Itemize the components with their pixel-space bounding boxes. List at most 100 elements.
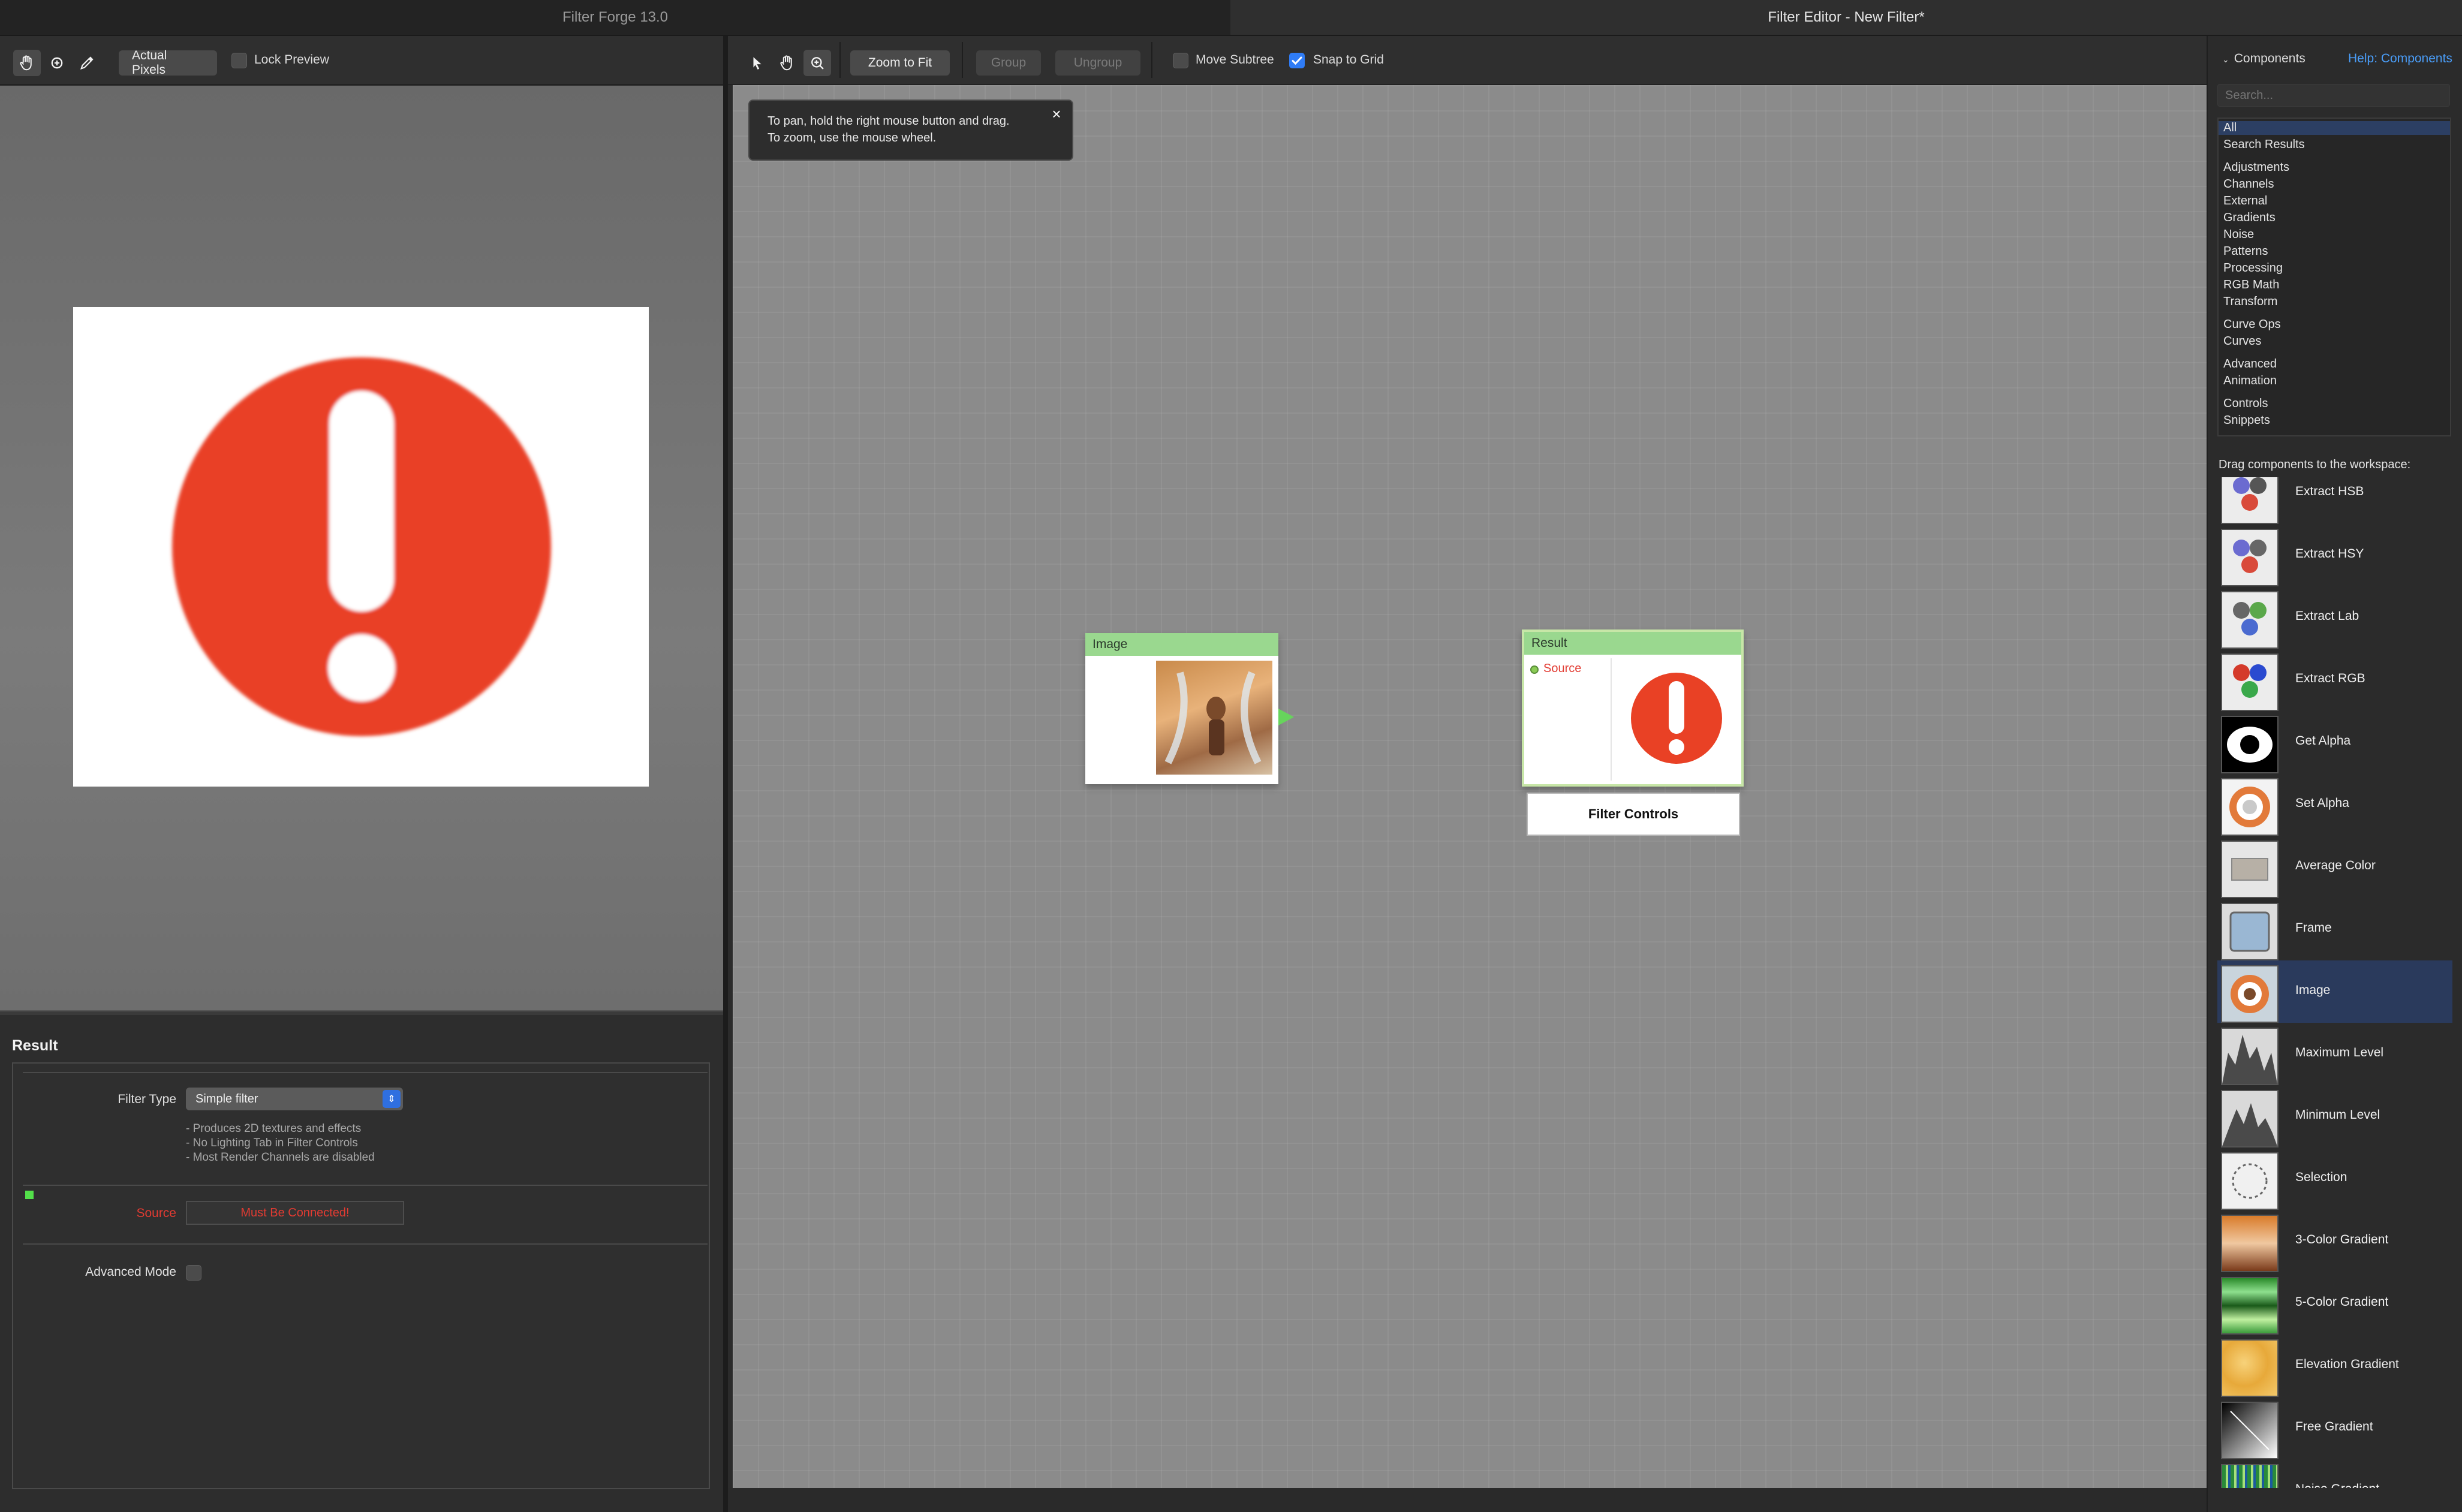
result-thumbnail (1614, 659, 1739, 777)
panel-splitter[interactable] (723, 36, 728, 1512)
component-item-noise-gradient[interactable]: Noise Gradient (2217, 1459, 2452, 1488)
editor-status-bar (728, 1488, 2207, 1512)
zoom-icon (811, 57, 824, 70)
category-item-curves[interactable]: Curves (2223, 335, 2261, 348)
group-button[interactable]: Group (976, 50, 1041, 76)
image-node[interactable]: Image (1085, 633, 1294, 784)
window-title-filter-editor: Filter Editor - New Filter* (1230, 0, 2462, 36)
eyedropper-tool-button[interactable] (73, 50, 101, 76)
component-item-frame[interactable]: Frame (2217, 898, 2452, 960)
image-node-thumbnail (1156, 661, 1272, 775)
component-item-free-gradient[interactable]: Free Gradient (2217, 1397, 2452, 1459)
filter-controls-node[interactable]: Filter Controls (1527, 793, 1740, 836)
component-item-extract-hsy[interactable]: Extract HSY (2217, 524, 2452, 586)
category-item-external[interactable]: External (2223, 194, 2267, 208)
category-item-rgb-math[interactable]: RGB Math (2223, 278, 2279, 292)
zoom-tool-button[interactable] (803, 50, 831, 76)
maximum-level-icon (2221, 1028, 2279, 1085)
divider (23, 1243, 708, 1245)
component-label: 3-Color Gradient (2295, 1233, 2389, 1246)
help-components-link[interactable]: Help: Components (2348, 52, 2452, 66)
properties-splitter[interactable] (0, 1010, 723, 1015)
filter-type-label: Filter Type (118, 1092, 176, 1106)
snap-to-grid-label: Snap to Grid (1313, 53, 1384, 67)
zoom-to-fit-button[interactable]: Zoom to Fit (850, 50, 950, 76)
lock-preview-checkbox[interactable] (231, 53, 247, 68)
category-item-noise[interactable]: Noise (2223, 228, 2254, 242)
component-item-extract-hsb[interactable]: Extract HSB (2217, 477, 2452, 524)
components-search-input[interactable] (2217, 84, 2450, 107)
advanced-mode-checkbox[interactable] (186, 1265, 201, 1281)
component-item-extract-rgb[interactable]: Extract RGB (2217, 649, 2452, 711)
component-label: Set Alpha (2295, 796, 2349, 810)
result-node[interactable]: Result Source (1522, 630, 1744, 787)
component-item-elevation-gradient[interactable]: Elevation Gradient (2217, 1335, 2452, 1397)
eyedropper-icon (80, 56, 94, 70)
component-item-set-alpha[interactable]: Set Alpha (2217, 773, 2452, 836)
category-item-adjustments[interactable]: Adjustments (2223, 161, 2289, 174)
node-workspace[interactable] (733, 85, 2208, 1488)
zoom-tool-button[interactable] (43, 50, 71, 76)
actual-pixels-button[interactable]: Actual Pixels (119, 49, 217, 77)
image-output-port[interactable] (1278, 709, 1294, 725)
component-label: Elevation Gradient (2295, 1357, 2399, 1371)
result-node-title: Result (1524, 632, 1741, 655)
alert-icon (1631, 673, 1722, 764)
close-icon[interactable]: × (1047, 104, 1066, 124)
category-item-transform[interactable]: Transform (2223, 295, 2277, 309)
drag-components-hint: Drag components to the workspace: (2219, 458, 2411, 471)
toolbar-separator (962, 42, 963, 78)
move-subtree-label: Move Subtree (1196, 53, 1274, 67)
source-status-field[interactable]: Must Be Connected! (186, 1201, 404, 1225)
source-input-port[interactable] (1530, 665, 1539, 674)
source-port-label: Source (1543, 662, 1582, 675)
category-item-channels[interactable]: Channels (2223, 177, 2274, 191)
component-label: Noise Gradient (2295, 1482, 2379, 1488)
category-item-processing[interactable]: Processing (2223, 261, 2283, 275)
category-item-all[interactable]: All (2219, 121, 2450, 135)
component-item-extract-lab[interactable]: Extract Lab (2217, 586, 2452, 649)
component-item-3-color-gradient[interactable]: 3-Color Gradient (2217, 1210, 2452, 1272)
ungroup-button[interactable]: Ungroup (1055, 50, 1140, 76)
tip-line-1: To pan, hold the right mouse button and … (768, 115, 1010, 128)
component-label: 5-Color Gradient (2295, 1295, 2389, 1309)
pan-tool-button[interactable] (773, 50, 801, 76)
component-item-selection[interactable]: Selection (2217, 1147, 2452, 1210)
filter-type-select[interactable]: Simple filter ⇕ (186, 1088, 403, 1110)
5-color-gradient-icon (2221, 1277, 2279, 1335)
category-item-patterns[interactable]: Patterns (2223, 245, 2268, 258)
component-item-5-color-gradient[interactable]: 5-Color Gradient (2217, 1272, 2452, 1335)
component-label: Get Alpha (2295, 734, 2351, 748)
component-label: Image (2295, 983, 2331, 997)
chevron-updown-icon: ⇕ (383, 1090, 401, 1108)
toolbar-separator (1151, 42, 1152, 78)
elevation-gradient-icon (2221, 1339, 2279, 1397)
set-alpha-icon (2221, 778, 2279, 836)
category-item-curve-ops[interactable]: Curve Ops (2223, 318, 2281, 332)
image-node-title: Image (1085, 633, 1278, 656)
category-item-advanced[interactable]: Advanced (2223, 357, 2277, 371)
category-item-search-results[interactable]: Search Results (2223, 138, 2305, 152)
component-list: Extract HSB Extract HSY Extract Lab Extr… (2217, 477, 2452, 1488)
category-item-controls[interactable]: Controls (2223, 397, 2268, 411)
category-item-animation[interactable]: Animation (2223, 374, 2277, 388)
frame-icon (2221, 903, 2279, 960)
component-item-get-alpha[interactable]: Get Alpha (2217, 711, 2452, 773)
hand-icon (780, 55, 792, 71)
select-tool-button[interactable] (744, 50, 771, 76)
component-item-maximum-level[interactable]: Maximum Level (2217, 1023, 2452, 1085)
snap-to-grid-checkbox[interactable] (1289, 53, 1305, 68)
components-header[interactable]: ⌄ Components (2222, 52, 2306, 66)
component-item-average-color[interactable]: Average Color (2217, 836, 2452, 898)
component-item-image[interactable]: Image (2217, 960, 2452, 1023)
preview-tools (13, 50, 101, 76)
3-color-gradient-icon (2221, 1215, 2279, 1272)
extract-hsy-icon (2221, 529, 2279, 586)
category-item-snippets[interactable]: Snippets (2223, 414, 2270, 427)
category-item-gradients[interactable]: Gradients (2223, 211, 2276, 225)
zoom-icon (51, 57, 63, 69)
hand-tool-button[interactable] (13, 50, 41, 76)
component-label: Extract HSB (2295, 484, 2364, 498)
move-subtree-checkbox[interactable] (1173, 53, 1188, 68)
component-item-minimum-level[interactable]: Minimum Level (2217, 1085, 2452, 1147)
